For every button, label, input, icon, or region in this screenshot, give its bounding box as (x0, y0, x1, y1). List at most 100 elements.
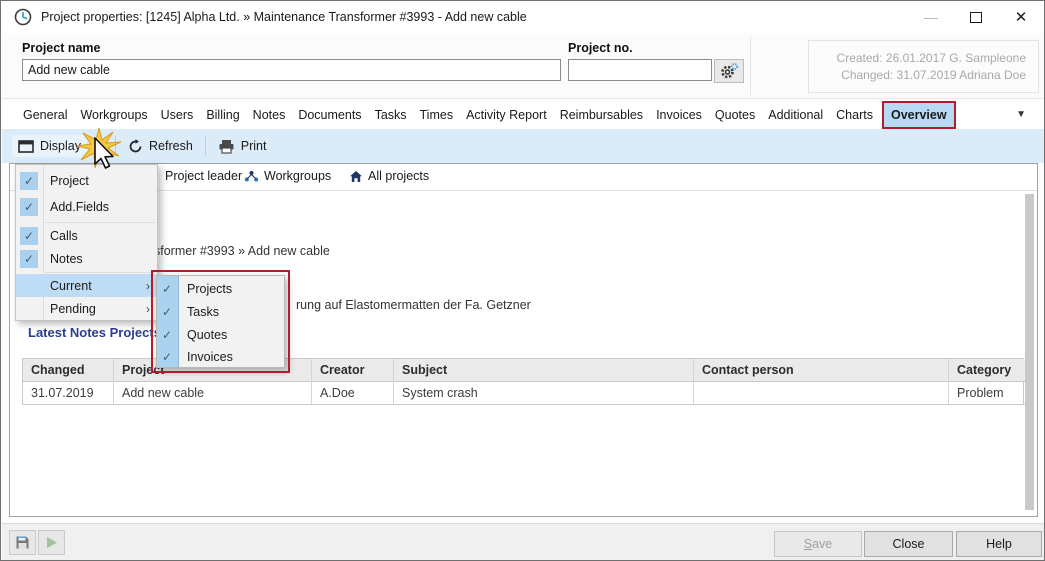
close-button[interactable]: Close (864, 531, 953, 557)
project-leader-label: Project leader (165, 169, 242, 183)
save-label: Save (804, 537, 833, 551)
tab-activity-report[interactable]: Activity Report (464, 103, 549, 127)
tab-documents[interactable]: Documents (296, 103, 363, 127)
submenu-item-tasks[interactable]: ✓ Tasks (157, 300, 284, 323)
tab-times[interactable]: Times (418, 103, 456, 127)
cell-creator: A.Doe (312, 382, 394, 405)
submenu-item-label: Quotes (187, 328, 227, 342)
project-no-settings-button[interactable] (714, 59, 744, 83)
check-icon: ✓ (20, 172, 38, 190)
workgroups-label: Workgroups (264, 169, 331, 183)
submenu-arrow-icon: › (146, 279, 150, 293)
chevron-down-icon[interactable]: ▼ (1016, 109, 1026, 120)
tab-overview[interactable]: Overview (884, 103, 954, 127)
table-row[interactable]: 31.07.2019 Add new cable A.Doe System cr… (23, 382, 1023, 405)
refresh-label: Refresh (149, 139, 193, 153)
tab-charts[interactable]: Charts (834, 103, 875, 127)
help-label: Help (986, 537, 1012, 551)
check-icon: ✓ (162, 350, 172, 364)
project-leader-button[interactable]: Project leader (165, 169, 242, 183)
home-icon (349, 170, 363, 183)
save-button[interactable]: Save (774, 531, 862, 557)
menu-item-add-fields[interactable]: ✓ Add.Fields (16, 194, 157, 220)
menu-item-label: Current (50, 279, 92, 293)
all-projects-label: All projects (368, 169, 429, 183)
refresh-button[interactable]: Refresh (122, 135, 199, 158)
submenu-item-projects[interactable]: ✓ Projects (157, 277, 284, 300)
col-contact-person[interactable]: Contact person (694, 359, 949, 382)
run-button[interactable] (38, 530, 65, 555)
tab-tasks[interactable]: Tasks (373, 103, 409, 127)
scrollbar-thumb[interactable] (1025, 194, 1034, 510)
submenu-item-invoices[interactable]: ✓ Invoices (157, 345, 284, 368)
tab-workgroups[interactable]: Workgroups (78, 103, 149, 127)
title-bar: Project properties: [1245] Alpha Ltd. » … (1, 1, 1044, 33)
col-subject[interactable]: Subject (394, 359, 694, 382)
all-projects-button[interactable]: All projects (349, 169, 429, 183)
menu-item-label: Pending (50, 302, 96, 316)
created-text: Created: 26.01.2017 G. Sampleone (809, 50, 1026, 67)
project-no-label: Project no. (568, 41, 633, 55)
col-changed[interactable]: Changed (23, 359, 114, 382)
project-name-input[interactable] (22, 59, 561, 81)
tab-reimbursables[interactable]: Reimbursables (558, 103, 645, 127)
tab-billing[interactable]: Billing (204, 103, 241, 127)
check-icon: ✓ (162, 282, 172, 296)
display-button[interactable]: Display (12, 135, 87, 157)
menu-item-calls[interactable]: ✓ Calls (16, 224, 157, 247)
vertical-scrollbar[interactable] (1025, 194, 1034, 510)
latest-notes-title: Latest Notes Projects (28, 325, 161, 340)
filter-toolbar: Project leader Workgroups All projects (10, 164, 1037, 191)
cell-subject: System crash (394, 382, 694, 405)
menu-item-project[interactable]: ✓ Project (16, 168, 157, 194)
maximize-icon (970, 12, 982, 23)
submenu-item-quotes[interactable]: ✓ Quotes (157, 323, 284, 346)
col-creator[interactable]: Creator (312, 359, 394, 382)
gear-icon (719, 62, 739, 80)
menu-item-pending[interactable]: Pending › (16, 297, 157, 320)
print-button[interactable]: Print (212, 135, 273, 158)
submenu-arrow-icon: › (146, 302, 150, 316)
current-submenu: ✓ Projects ✓ Tasks ✓ Quotes ✓ Invoices (156, 275, 285, 368)
tab-quotes[interactable]: Quotes (713, 103, 757, 127)
toolbar-separator (205, 136, 206, 156)
tab-general[interactable]: General (21, 103, 69, 127)
tab-users[interactable]: Users (159, 103, 196, 127)
display-label: Display (40, 139, 81, 153)
project-no-input[interactable] (568, 59, 712, 81)
submenu-item-label: Projects (187, 282, 232, 296)
cell-changed: 31.07.2019 (23, 382, 114, 405)
menu-item-label: Notes (50, 252, 83, 266)
display-icon (18, 140, 34, 153)
check-icon: ✓ (20, 250, 38, 268)
submenu-item-label: Tasks (187, 305, 219, 319)
floppy-disk-icon (15, 535, 30, 550)
tab-additional[interactable]: Additional (766, 103, 825, 127)
workgroups-button[interactable]: Workgroups (244, 169, 331, 183)
cell-category: Problem (949, 382, 1025, 405)
footer-bar: Save Close Help (2, 523, 1045, 561)
maximize-button[interactable] (959, 4, 993, 30)
check-icon: ✓ (20, 198, 38, 216)
menu-item-notes[interactable]: ✓ Notes (16, 247, 157, 270)
tab-notes[interactable]: Notes (251, 103, 288, 127)
project-properties-window: Project properties: [1245] Alpha Ltd. » … (0, 0, 1045, 561)
quick-save-button[interactable] (9, 530, 36, 555)
toolbar-separator (115, 136, 116, 156)
overview-toolbar: Display Refresh Print (2, 129, 1045, 163)
menu-separator (45, 222, 155, 223)
minimize-button: — (914, 4, 948, 30)
cell-contact-person (694, 382, 949, 405)
help-button[interactable]: Help (956, 531, 1042, 557)
close-window-button[interactable]: ✕ (1004, 4, 1038, 30)
submenu-item-label: Invoices (187, 350, 233, 364)
tab-invoices[interactable]: Invoices (654, 103, 704, 127)
refresh-icon (128, 139, 143, 154)
check-icon: ✓ (162, 305, 172, 319)
menu-item-label: Add.Fields (50, 200, 109, 214)
col-category[interactable]: Category (949, 359, 1025, 382)
menu-item-current[interactable]: Current › (16, 274, 157, 297)
audit-info-box: Created: 26.01.2017 G. Sampleone Changed… (808, 40, 1039, 93)
note-text-fragment: rung auf Elastomermatten der Fa. Getzner (296, 298, 531, 312)
changed-text: Changed: 31.07.2019 Adriana Doe (809, 67, 1026, 84)
